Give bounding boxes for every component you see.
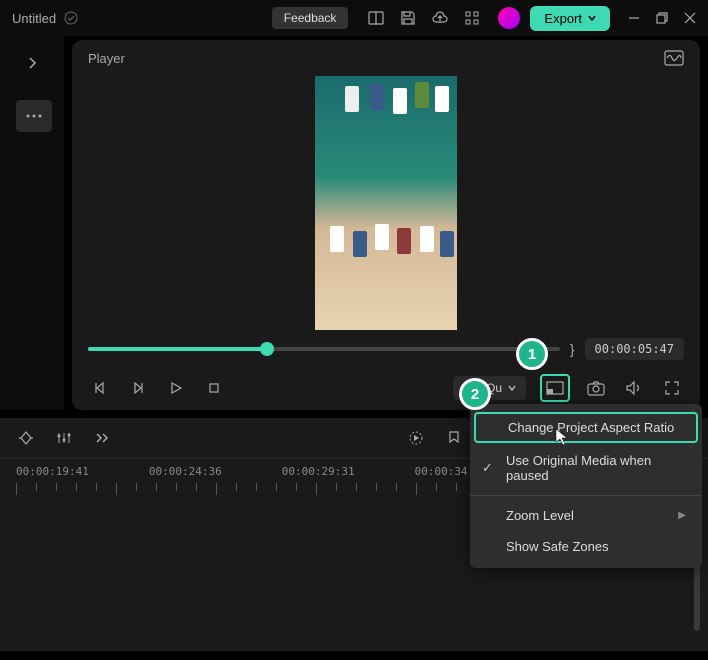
- left-panel: [0, 36, 64, 410]
- save-icon[interactable]: [394, 4, 422, 32]
- saved-status-icon: [64, 11, 78, 25]
- export-label: Export: [544, 11, 582, 26]
- scopes-icon[interactable]: [664, 50, 684, 66]
- progress-bar[interactable]: [88, 347, 560, 351]
- more-button[interactable]: [16, 100, 52, 132]
- layout-icon[interactable]: [362, 4, 390, 32]
- aspect-ratio-button[interactable]: [540, 374, 570, 402]
- next-frame-icon[interactable]: [126, 376, 150, 400]
- stop-icon[interactable]: [202, 376, 226, 400]
- adjust-icon[interactable]: [54, 428, 74, 448]
- progress-handle[interactable]: [260, 342, 274, 356]
- ruler-label: 00:00:19:41: [16, 465, 89, 478]
- ruler-label: 00:00:29:31: [282, 465, 355, 478]
- menu-separator: [470, 495, 702, 496]
- timecode[interactable]: 00:00:05:47: [585, 338, 684, 360]
- callout-1: 1: [516, 338, 548, 370]
- expand-tools-icon[interactable]: [92, 428, 112, 448]
- preview-area[interactable]: [72, 76, 700, 330]
- keyframe-tool-icon[interactable]: [16, 428, 36, 448]
- play-icon[interactable]: [164, 376, 188, 400]
- apps-icon[interactable]: [458, 4, 486, 32]
- ruler-label: 00:00:24:36: [149, 465, 222, 478]
- feedback-button[interactable]: Feedback: [272, 7, 349, 29]
- cursor-icon: [555, 428, 569, 446]
- menu-change-aspect-ratio[interactable]: Change Project Aspect Ratio: [474, 412, 698, 443]
- callout-2: 2: [459, 378, 491, 410]
- export-button[interactable]: Export: [530, 6, 610, 31]
- chevron-down-icon: [508, 384, 516, 392]
- expand-panel-icon[interactable]: [27, 56, 37, 70]
- prev-frame-icon[interactable]: [88, 376, 112, 400]
- volume-icon[interactable]: [622, 376, 646, 400]
- snapshot-icon[interactable]: [584, 376, 608, 400]
- menu-show-safe-zones[interactable]: Show Safe Zones: [470, 531, 702, 562]
- menu-zoom-level[interactable]: Zoom Level ▶: [470, 500, 702, 531]
- cloud-icon[interactable]: [426, 4, 454, 32]
- check-icon: ✓: [482, 460, 493, 476]
- avatar[interactable]: [498, 7, 520, 29]
- titlebar: Untitled Feedback Export: [0, 0, 708, 36]
- player-panel: Player } 00:00:05:47: [72, 40, 700, 410]
- menu-use-original-media[interactable]: ✓ Use Original Media when paused: [470, 445, 702, 491]
- player-label: Player: [88, 51, 125, 66]
- fullscreen-icon[interactable]: [660, 376, 684, 400]
- close-icon[interactable]: [684, 12, 696, 24]
- maximize-icon[interactable]: [656, 12, 668, 24]
- marker-icon[interactable]: [444, 428, 464, 448]
- preview-image: [315, 76, 457, 330]
- project-title: Untitled: [12, 11, 56, 26]
- minimize-icon[interactable]: [628, 12, 640, 24]
- speed-icon[interactable]: [406, 428, 426, 448]
- submenu-arrow-icon: ▶: [678, 510, 686, 521]
- context-menu: Change Project Aspect Ratio ✓ Use Origin…: [470, 404, 702, 568]
- chevron-down-icon: [588, 14, 596, 22]
- mark-out-icon[interactable]: }: [570, 341, 575, 357]
